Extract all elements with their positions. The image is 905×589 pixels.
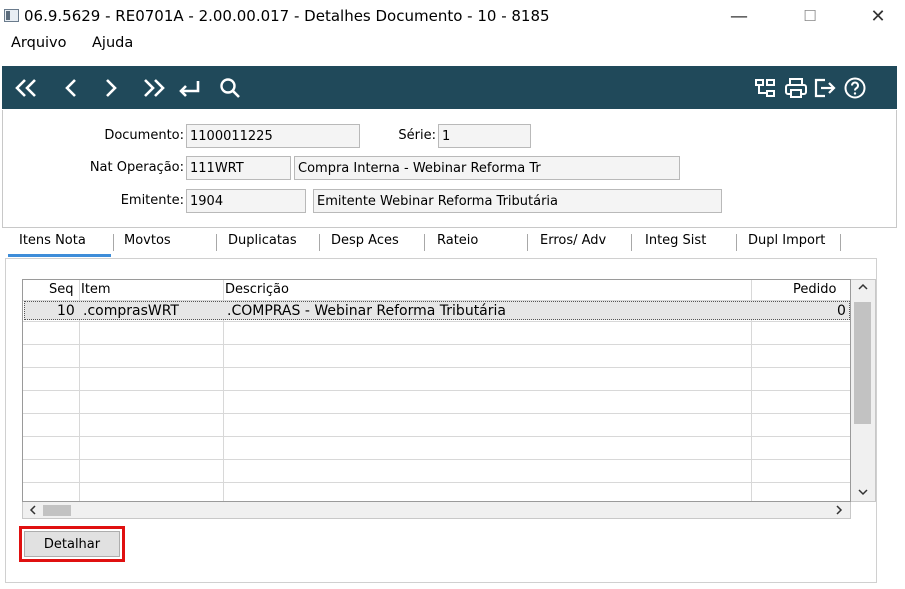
vertical-scrollbar[interactable] bbox=[851, 279, 876, 502]
tab-separator bbox=[840, 234, 841, 251]
previous-record-icon[interactable] bbox=[58, 66, 84, 109]
close-button[interactable]: ✕ bbox=[855, 0, 901, 32]
exit-icon[interactable] bbox=[810, 66, 840, 109]
detalhar-button[interactable]: Detalhar bbox=[24, 531, 120, 557]
tab-separator bbox=[631, 234, 632, 251]
print-icon[interactable] bbox=[781, 66, 811, 109]
column-header-item[interactable]: Item bbox=[81, 282, 111, 297]
tab-separator bbox=[736, 234, 737, 251]
minimize-button[interactable]: — bbox=[716, 0, 762, 32]
horizontal-scrollbar[interactable] bbox=[22, 502, 851, 519]
row-divider bbox=[23, 459, 850, 460]
row-divider bbox=[23, 390, 850, 391]
tab-integ-sist[interactable]: Integ Sist bbox=[645, 233, 706, 248]
next-record-icon[interactable] bbox=[98, 66, 124, 109]
vertical-scroll-thumb[interactable] bbox=[854, 302, 871, 424]
grid-header: Seq Item Descrição Pedido bbox=[23, 280, 850, 299]
scroll-right-icon[interactable] bbox=[833, 504, 845, 520]
scroll-left-icon[interactable] bbox=[27, 504, 39, 520]
scroll-up-icon[interactable] bbox=[857, 281, 869, 297]
first-record-icon[interactable] bbox=[10, 66, 44, 109]
tab-movtos[interactable]: Movtos bbox=[124, 233, 171, 248]
maximize-button[interactable]: ☐ bbox=[787, 0, 833, 32]
title-bar: 06.9.5629 - RE0701A - 2.00.00.017 - Deta… bbox=[0, 0, 905, 32]
menu-ajuda[interactable]: Ajuda bbox=[92, 35, 133, 51]
app-icon bbox=[4, 9, 19, 22]
tab-rateio[interactable]: Rateio bbox=[437, 233, 478, 248]
serie-field[interactable]: 1 bbox=[438, 124, 531, 148]
tab-strip: Itens Nota Movtos Duplicatas Desp Aces R… bbox=[0, 229, 905, 259]
cell-seq: 10 bbox=[57, 303, 75, 319]
menu-arquivo[interactable]: Arquivo bbox=[11, 35, 67, 51]
column-header-descricao[interactable]: Descrição bbox=[225, 282, 289, 297]
row-divider bbox=[23, 436, 850, 437]
emitente-desc-field[interactable]: Emitente Webinar Reforma Tributária bbox=[313, 189, 722, 213]
tab-separator bbox=[113, 234, 114, 251]
window-title: 06.9.5629 - RE0701A - 2.00.00.017 - Deta… bbox=[24, 7, 550, 25]
items-grid[interactable]: Seq Item Descrição Pedido 10 .comprasWRT… bbox=[22, 279, 851, 502]
search-icon[interactable] bbox=[216, 66, 244, 109]
nat-operacao-code-field[interactable]: 111WRT bbox=[186, 156, 291, 180]
column-header-seq[interactable]: Seq bbox=[49, 282, 74, 297]
highlight-box: Detalhar bbox=[19, 526, 125, 562]
row-divider bbox=[23, 413, 850, 414]
last-record-icon[interactable] bbox=[136, 66, 170, 109]
cell-pedido: 0 bbox=[837, 303, 846, 319]
documento-label: Documento: bbox=[104, 128, 184, 143]
tab-desp-aces[interactable]: Desp Aces bbox=[331, 233, 399, 248]
row-divider bbox=[23, 344, 850, 345]
tab-separator bbox=[216, 234, 217, 251]
tab-dupl-import[interactable]: Dupl Import bbox=[748, 233, 825, 248]
return-icon[interactable] bbox=[174, 66, 204, 109]
cell-item: .comprasWRT bbox=[83, 303, 179, 319]
row-divider bbox=[23, 482, 850, 483]
documento-field[interactable]: 1100011225 bbox=[186, 124, 360, 148]
column-header-pedido[interactable]: Pedido bbox=[793, 282, 836, 297]
row-divider bbox=[23, 367, 850, 368]
tab-separator bbox=[319, 234, 320, 251]
tab-separator bbox=[527, 234, 528, 251]
emitente-code-field[interactable]: 1904 bbox=[186, 189, 306, 213]
emitente-label: Emitente: bbox=[120, 193, 184, 208]
scroll-down-icon[interactable] bbox=[857, 486, 869, 502]
active-tab-indicator bbox=[8, 254, 111, 257]
tab-erros-adv[interactable]: Erros/ Adv bbox=[540, 233, 606, 248]
horizontal-scroll-thumb[interactable] bbox=[43, 505, 71, 516]
menu-bar: Arquivo Ajuda bbox=[0, 33, 905, 55]
row-divider bbox=[23, 321, 850, 322]
toolbar bbox=[2, 66, 897, 109]
tab-itens-nota[interactable]: Itens Nota bbox=[19, 233, 86, 248]
cell-descricao: .COMPRAS - Webinar Reforma Tributária bbox=[227, 303, 506, 319]
serie-label: Série: bbox=[398, 128, 436, 143]
nat-operacao-label: Nat Operação: bbox=[89, 160, 184, 175]
hierarchy-icon[interactable] bbox=[751, 66, 779, 109]
nat-operacao-desc-field[interactable]: Compra Interna - Webinar Reforma Tr bbox=[294, 156, 680, 180]
tab-separator bbox=[424, 234, 425, 251]
tab-duplicatas[interactable]: Duplicatas bbox=[228, 233, 297, 248]
help-icon[interactable] bbox=[840, 66, 870, 109]
